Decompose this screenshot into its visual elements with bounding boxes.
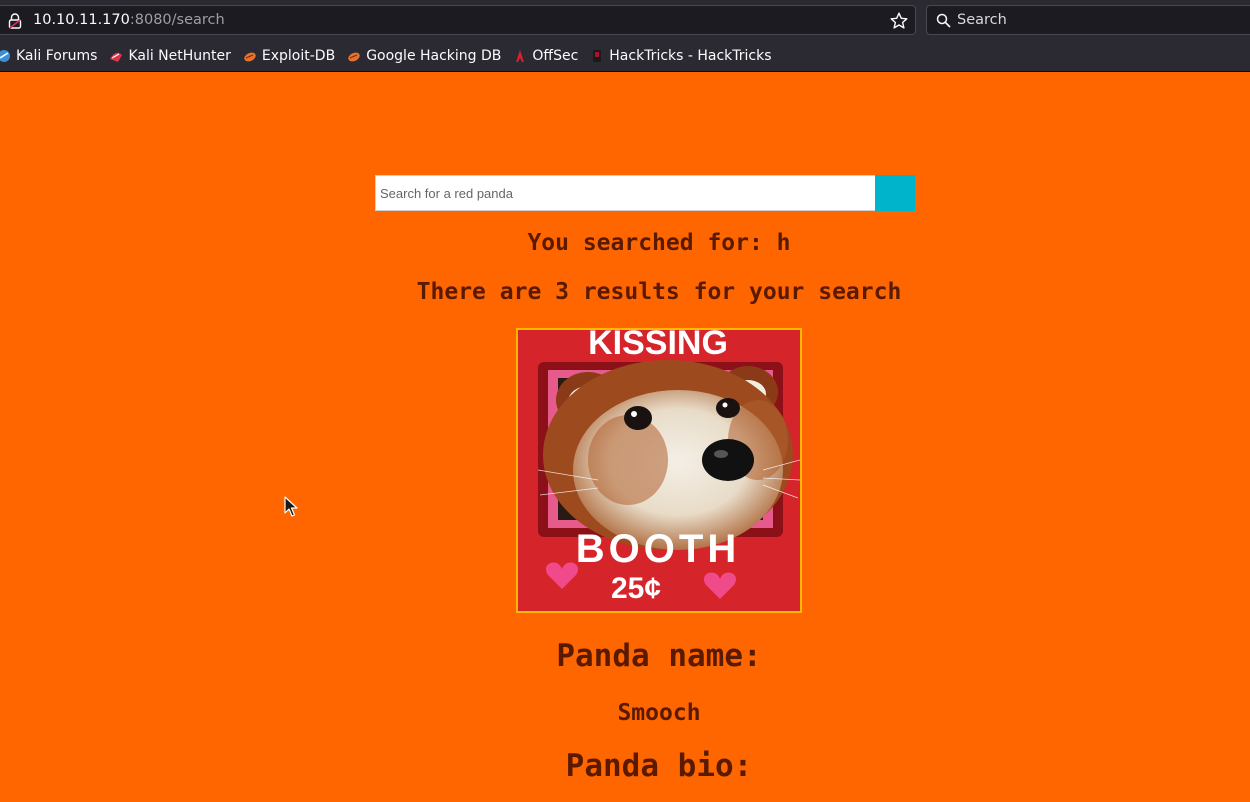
panda-bio-heading: Panda bio:	[565, 748, 753, 784]
bookmark-google-hacking-db[interactable]: Google Hacking DB	[347, 48, 501, 64]
bookmark-star-icon[interactable]	[889, 11, 909, 31]
address-bar[interactable]: 10.10.11.170:8080/search	[0, 5, 916, 35]
bookmark-kali-nethunter[interactable]: Kali NetHunter	[109, 48, 231, 64]
offsec-icon	[516, 50, 525, 62]
url-host: 10.10.11.170	[33, 12, 130, 28]
bookmark-label: HackTricks - HackTricks	[609, 48, 772, 64]
browser-search-placeholder: Search	[957, 12, 1007, 28]
results-count-text: There are 3 results for your search	[416, 279, 902, 305]
search-icon	[936, 13, 951, 28]
bookmark-label: Kali NetHunter	[128, 48, 231, 64]
url-text[interactable]: 10.10.11.170:8080/search	[33, 12, 225, 28]
nethunter-icon	[110, 52, 123, 62]
url-path: :8080/search	[129, 12, 225, 28]
panda-search-input[interactable]	[375, 175, 875, 211]
mouse-cursor-icon	[284, 496, 298, 517]
image-text-bottom: BOOTH	[576, 527, 740, 571]
browser-chrome: 10.10.11.170:8080/search Search Kali For…	[0, 0, 1250, 72]
panda-name-value: Smooch	[617, 700, 701, 726]
bookmark-label: OffSec	[532, 48, 579, 64]
panda-image: KISSING BOOTH 25¢	[516, 328, 802, 613]
bookmark-offsec[interactable]: OffSec	[513, 48, 578, 64]
panda-search-form	[375, 175, 915, 211]
hacktricks-icon	[593, 50, 602, 62]
image-price: 25¢	[611, 572, 661, 605]
kali-forums-icon	[0, 50, 10, 62]
chrome-divider	[0, 71, 1250, 72]
bookmark-hacktricks[interactable]: HackTricks - HackTricks	[590, 48, 772, 64]
bookmark-exploit-db[interactable]: Exploit-DB	[243, 48, 335, 64]
searched-for-text: You searched for: h	[527, 230, 791, 256]
bookmark-label: Google Hacking DB	[366, 48, 502, 64]
panda-name-heading: Panda name:	[556, 638, 762, 674]
lock-icon[interactable]	[8, 13, 22, 29]
ghdb-icon	[348, 52, 360, 62]
browser-search-box[interactable]: Search	[926, 5, 1250, 35]
red-panda-kissing-booth-picture: KISSING BOOTH 25¢	[518, 330, 800, 611]
bookmark-label: Kali Forums	[16, 48, 98, 64]
bookmarks-toolbar: Kali Forums Kali NetHunter Exploit-DB Go…	[0, 42, 1250, 70]
bookmark-kali-forums[interactable]: Kali Forums	[0, 48, 97, 64]
bookmark-label: Exploit-DB	[261, 48, 336, 64]
panda-search-button[interactable]	[875, 175, 915, 211]
image-text-top: KISSING	[588, 330, 728, 362]
exploit-db-icon	[244, 52, 256, 62]
